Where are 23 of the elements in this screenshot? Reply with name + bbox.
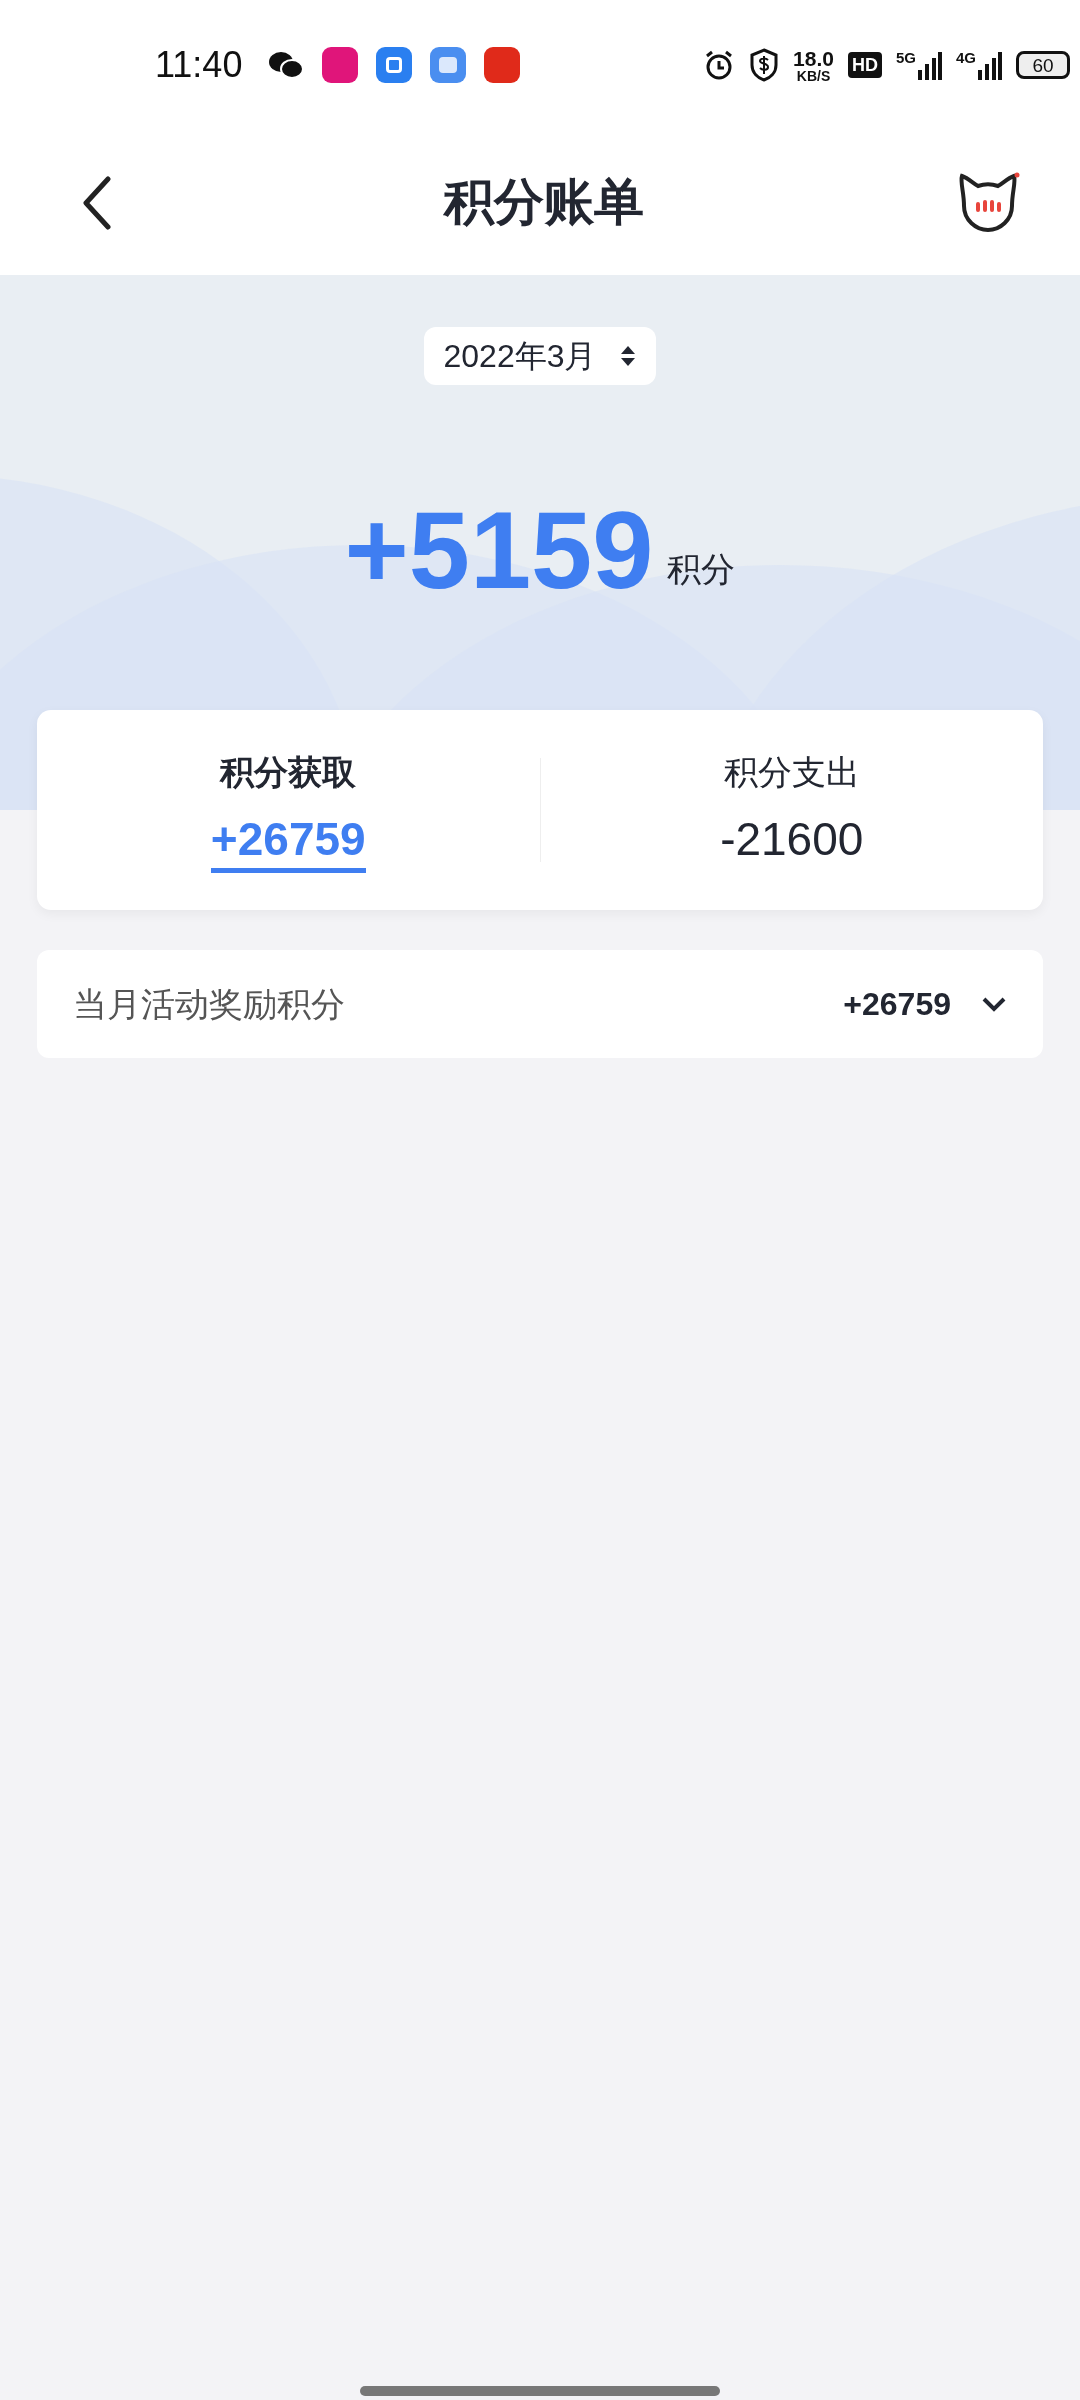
hd-badge: HD: [847, 52, 882, 78]
page-title: 积分账单: [444, 173, 644, 232]
app-icon: [376, 47, 413, 83]
summary-tab[interactable]: 积分支出 -21600: [540, 747, 1043, 873]
network-type: 4G: [956, 50, 976, 65]
network-speed: 18.0: [793, 47, 834, 69]
app-icon: [322, 47, 359, 83]
points-total: +5159: [344, 495, 654, 605]
month-picker[interactable]: 2022年3月: [423, 327, 657, 385]
status-time: 11:40: [155, 43, 243, 87]
signal-icon: [978, 50, 1002, 80]
app-icon: [484, 47, 521, 83]
network-type: 5G: [895, 50, 916, 65]
sort-icon: [620, 344, 637, 368]
shield-icon: [749, 48, 780, 82]
chat-icon: [268, 50, 305, 80]
points-unit: 积分: [667, 549, 736, 590]
summary-tab[interactable]: 积分获取 +26759: [37, 747, 540, 873]
network-unit: KB/S: [796, 68, 831, 83]
battery-indicator: 60: [1016, 51, 1070, 79]
points-entry[interactable]: 当月活动奖励积分 +26759: [37, 950, 1043, 1058]
app-icon: [430, 47, 467, 83]
signal-icon: [918, 50, 942, 80]
